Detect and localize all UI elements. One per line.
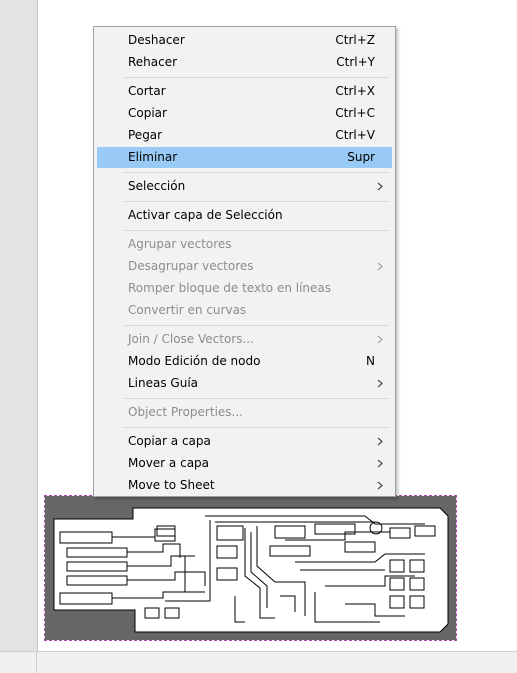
menu-item-ungroup-vectors[interactable]: Desagrupar vectores bbox=[97, 256, 392, 277]
menu-item-shortcut: Ctrl+X bbox=[335, 84, 375, 98]
chevron-right-icon bbox=[377, 437, 383, 446]
status-bar-divider bbox=[36, 652, 37, 673]
chevron-right-icon bbox=[377, 335, 383, 344]
menu-separator bbox=[124, 325, 389, 326]
chevron-right-icon bbox=[377, 459, 383, 468]
menu-separator bbox=[124, 230, 389, 231]
menu-item-shortcut: Ctrl+C bbox=[335, 106, 375, 120]
menu-item-label: Selección bbox=[128, 179, 186, 193]
menu-item-label: Lineas Guía bbox=[128, 376, 199, 390]
menu-item-copy-to-layer[interactable]: Copiar a capa bbox=[97, 431, 392, 452]
menu-item-shortcut: Ctrl+Y bbox=[336, 55, 375, 69]
menu-item-selection[interactable]: Selección bbox=[97, 176, 392, 197]
menu-item-copy[interactable]: Copiar Ctrl+C bbox=[97, 103, 392, 124]
menu-item-label: Romper bloque de texto en líneas bbox=[128, 281, 332, 295]
menu-item-label: Object Properties... bbox=[128, 405, 243, 419]
menu-separator bbox=[124, 172, 389, 173]
menu-item-label: Copiar bbox=[128, 106, 167, 120]
menu-item-label: Cortar bbox=[128, 84, 166, 98]
menu-separator bbox=[124, 427, 389, 428]
menu-item-label: Pegar bbox=[128, 128, 163, 142]
chevron-right-icon bbox=[377, 262, 383, 271]
menu-item-delete[interactable]: Eliminar Supr bbox=[97, 147, 392, 168]
context-menu: Deshacer Ctrl+Z Rehacer Ctrl+Y Cortar Ct… bbox=[93, 26, 396, 497]
pcb-traces-graphic bbox=[45, 496, 456, 640]
menu-item-convert-to-curves[interactable]: Convertir en curvas bbox=[97, 300, 392, 321]
menu-item-label: Rehacer bbox=[128, 55, 178, 69]
menu-item-label: Modo Edición de nodo bbox=[128, 354, 261, 368]
status-bar bbox=[0, 651, 517, 673]
chevron-right-icon bbox=[377, 379, 383, 388]
menu-item-label: Activar capa de Selección bbox=[128, 208, 283, 222]
menu-separator bbox=[124, 398, 389, 399]
menu-item-redo[interactable]: Rehacer Ctrl+Y bbox=[97, 52, 392, 73]
menu-item-shortcut: N bbox=[366, 354, 375, 368]
pcb-board-drawing[interactable] bbox=[44, 495, 457, 641]
menu-item-shortcut: Ctrl+Z bbox=[335, 33, 375, 47]
menu-separator bbox=[124, 201, 389, 202]
menu-item-move-to-layer[interactable]: Mover a capa bbox=[97, 453, 392, 474]
chevron-right-icon bbox=[377, 182, 383, 191]
menu-item-shortcut: Supr bbox=[347, 150, 375, 164]
menu-item-break-text-block[interactable]: Romper bloque de texto en líneas bbox=[97, 278, 392, 299]
menu-item-activate-selection-layer[interactable]: Activar capa de Selección bbox=[97, 205, 392, 226]
menu-item-move-to-sheet[interactable]: Move to Sheet bbox=[97, 475, 392, 496]
menu-item-join-close-vectors[interactable]: Join / Close Vectors... bbox=[97, 329, 392, 350]
menu-item-label: Convertir en curvas bbox=[128, 303, 247, 317]
menu-item-cut[interactable]: Cortar Ctrl+X bbox=[97, 81, 392, 102]
menu-item-label: Mover a capa bbox=[128, 456, 210, 470]
chevron-right-icon bbox=[377, 481, 383, 490]
menu-item-label: Agrupar vectores bbox=[128, 237, 232, 251]
menu-item-undo[interactable]: Deshacer Ctrl+Z bbox=[97, 30, 392, 51]
menu-item-node-edit-mode[interactable]: Modo Edición de nodo N bbox=[97, 351, 392, 372]
menu-item-group-vectors[interactable]: Agrupar vectores bbox=[97, 234, 392, 255]
menu-item-guide-lines[interactable]: Lineas Guía bbox=[97, 373, 392, 394]
menu-item-label: Move to Sheet bbox=[128, 478, 215, 492]
menu-item-object-properties[interactable]: Object Properties... bbox=[97, 402, 392, 423]
menu-item-label: Copiar a capa bbox=[128, 434, 211, 448]
menu-separator bbox=[124, 77, 389, 78]
menu-item-label: Join / Close Vectors... bbox=[128, 332, 254, 346]
menu-item-label: Desagrupar vectores bbox=[128, 259, 254, 273]
menu-item-shortcut: Ctrl+V bbox=[335, 128, 375, 142]
menu-item-label: Deshacer bbox=[128, 33, 185, 47]
menu-item-paste[interactable]: Pegar Ctrl+V bbox=[97, 125, 392, 146]
menu-item-label: Eliminar bbox=[128, 150, 178, 164]
